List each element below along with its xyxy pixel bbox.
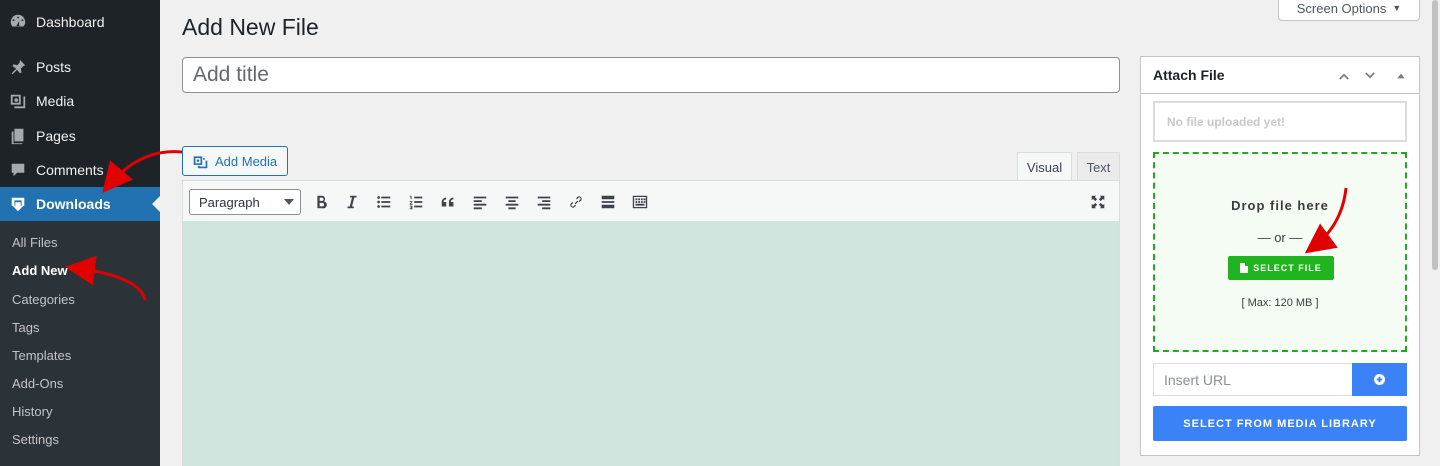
menu-item-dashboard[interactable]: Dashboard [0,5,160,39]
italic-icon[interactable] [341,191,363,213]
submenu-item-history[interactable]: History [12,404,52,419]
submenu-item-categories[interactable]: Categories [12,292,75,307]
file-icon [1240,263,1249,273]
scrollbar-thumb[interactable] [1432,0,1438,270]
admin-sidebar: Dashboard Posts Media Pages Comments Dow… [0,0,160,466]
pin-icon [0,58,36,76]
link-icon[interactable] [565,191,587,213]
menu-item-pages[interactable]: Pages [0,119,160,153]
menu-item-posts[interactable]: Posts [0,50,160,84]
caret-down-icon: ▼ [1392,3,1402,13]
screen-options-label: Screen Options [1296,0,1387,16]
dashboard-icon [0,13,36,31]
menu-label: Dashboard [36,14,105,30]
editor-toolbar: Paragraph [182,180,1120,222]
attach-file-title: Attach File [1153,67,1225,83]
menu-label: Downloads [36,196,111,212]
add-media-icon [193,155,208,168]
move-up-icon[interactable] [1334,66,1354,86]
attach-file-panel: Attach File No file uploaded yet! Drop f… [1140,56,1420,456]
insert-url-input[interactable] [1153,363,1352,396]
menu-item-comments[interactable]: Comments [0,153,160,187]
attach-file-header: Attach File [1141,57,1419,94]
toolbar-toggle-icon[interactable] [629,191,651,213]
editor-content-area[interactable] [182,221,1120,466]
comments-icon [0,161,36,179]
menu-item-downloads[interactable]: Downloads [0,187,160,221]
file-status: No file uploaded yet! [1153,101,1407,142]
align-center-icon[interactable] [501,191,523,213]
fullscreen-icon[interactable] [1087,191,1109,213]
file-drop-zone[interactable]: Drop file here — or — SELECT FILE [ Max:… [1153,152,1407,352]
select-file-label: SELECT FILE [1253,263,1322,273]
move-down-icon[interactable] [1360,66,1380,86]
select-from-media-library-button[interactable]: SELECT FROM MEDIA LIBRARY [1153,406,1407,441]
menu-label: Posts [36,59,72,75]
menu-item-media[interactable]: Media [0,84,160,118]
download-icon [0,195,36,213]
align-left-icon[interactable] [469,191,491,213]
submenu-item-add-new[interactable]: Add New [12,263,68,278]
page-title: Add New File [182,14,319,40]
numbered-list-icon[interactable] [405,191,427,213]
or-separator: — or — [1257,230,1303,245]
blockquote-icon[interactable] [437,191,459,213]
media-icon [0,92,36,110]
max-upload-size: [ Max: 120 MB ] [1241,297,1319,309]
downloads-submenu: All Files Add New Categories Tags Templa… [0,221,160,466]
menu-label: Media [36,93,75,109]
select-file-button[interactable]: SELECT FILE [1228,256,1334,280]
submenu-item-add-ons[interactable]: Add-Ons [12,376,63,391]
format-select-value: Paragraph [199,194,260,210]
drop-file-text: Drop file here [1231,198,1329,213]
add-media-label: Add Media [215,153,278,169]
submenu-item-templates[interactable]: Templates [12,348,71,363]
page-scrollbar[interactable] [1430,0,1440,466]
add-url-button[interactable] [1352,363,1407,396]
menu-label: Pages [36,128,76,144]
screen-options-button[interactable]: Screen Options ▼ [1278,0,1420,21]
read-more-icon[interactable] [597,191,619,213]
align-right-icon[interactable] [533,191,555,213]
submenu-item-tags[interactable]: Tags [12,320,39,335]
format-select[interactable]: Paragraph [189,189,301,215]
bold-icon[interactable] [310,191,332,213]
submenu-item-all-files[interactable]: All Files [12,235,58,250]
plus-circle-icon [1374,374,1385,385]
pages-icon [0,127,36,145]
submenu-item-settings[interactable]: Settings [12,432,59,447]
tab-visual[interactable]: Visual [1017,152,1072,181]
menu-label: Comments [36,162,104,178]
collapse-toggle-icon[interactable] [1391,66,1411,86]
post-title-input[interactable] [182,57,1120,93]
tab-text[interactable]: Text [1077,152,1120,181]
add-media-button[interactable]: Add Media [182,146,288,176]
bullet-list-icon[interactable] [373,191,395,213]
chevron-down-icon [284,199,294,205]
